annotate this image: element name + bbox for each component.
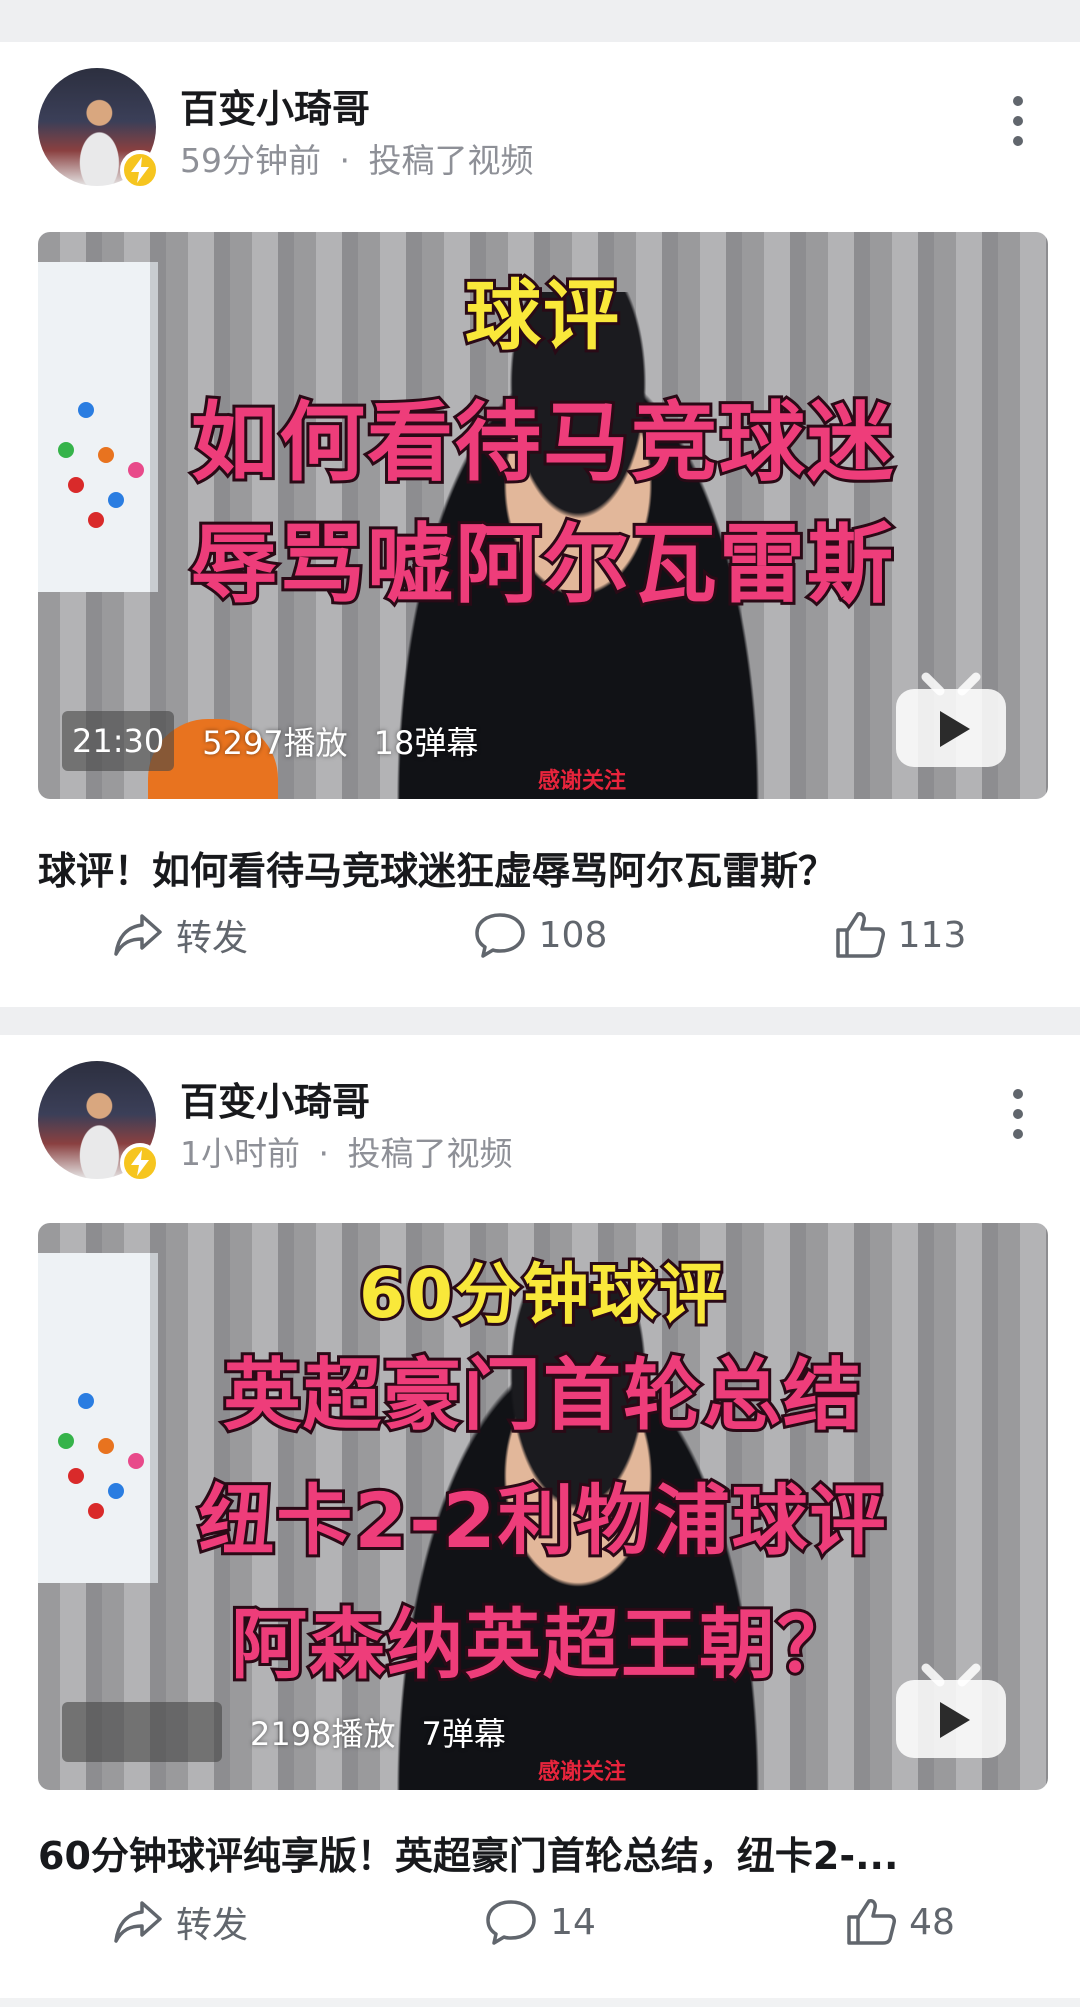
video-stats: 2198播放 7弹幕 [62, 1702, 532, 1762]
top-spacer [0, 0, 1080, 42]
comment-button[interactable]: 14 [360, 1887, 720, 1957]
share-icon [114, 1901, 162, 1943]
overlay-text: 纽卡2-2利物浦球评 [195, 1473, 888, 1568]
overlay-text: 球评 [462, 268, 622, 363]
overlay-text: 英超豪门首轮总结 [220, 1348, 864, 1444]
play-count: 5297播放 [202, 724, 348, 762]
video-title[interactable]: 60分钟球评纯享版！英超豪门首轮总结，纽卡2-... [38, 1825, 1050, 1880]
video-title[interactable]: 球评！如何看待马竞球迷狂虚辱骂阿尔瓦雷斯？ [38, 840, 1050, 895]
bilibili-tv-icon [896, 1663, 1006, 1758]
feed-card[interactable]: 百变小琦哥 1小时前 · 投稿了视频 60分钟球评 英超豪门首轮总结 纽卡2-2… [0, 1035, 1080, 1998]
share-button[interactable]: 转发 [0, 900, 360, 970]
comment-count: 14 [550, 1901, 596, 1943]
video-thumbnail[interactable]: 60分钟球评 英超豪门首轮总结 纽卡2-2利物浦球评 阿森纳英超王朝？ 感谢关注… [38, 1223, 1048, 1790]
post-action: 投稿了视频 [368, 141, 534, 180]
like-button[interactable]: 113 [720, 900, 1080, 970]
avatar[interactable] [38, 68, 160, 190]
card-header: 百变小琦哥 59分钟前 · 投稿了视频 [38, 68, 1060, 190]
like-count: 48 [909, 1901, 955, 1943]
meta-separator: · [339, 141, 351, 180]
lightning-icon [120, 1143, 160, 1183]
like-icon [847, 1899, 897, 1945]
avatar[interactable] [38, 1061, 160, 1183]
like-icon [835, 912, 885, 958]
author-name[interactable]: 百变小琦哥 [180, 78, 370, 133]
like-count: 113 [897, 914, 967, 956]
danmaku-count: 18弹幕 [373, 724, 479, 762]
bilibili-tv-icon [896, 672, 1006, 767]
card-separator [0, 1007, 1080, 1035]
share-icon [114, 914, 162, 956]
comment-button[interactable]: 108 [360, 900, 720, 970]
post-meta: 1小时前 · 投稿了视频 [180, 1127, 513, 1175]
card-header: 百变小琦哥 1小时前 · 投稿了视频 [38, 1061, 1060, 1183]
lightning-icon [120, 150, 160, 190]
comment-icon [474, 913, 525, 958]
meta-separator: · [318, 1134, 330, 1173]
feed-card[interactable]: 百变小琦哥 59分钟前 · 投稿了视频 球评 如何看待马竞球迷 辱骂嘘阿尔瓦雷斯… [0, 42, 1080, 1007]
thumb-stamp: 感谢关注 [538, 769, 627, 794]
more-vertical-icon[interactable] [1012, 1089, 1024, 1139]
share-label: 转发 [175, 1905, 248, 1946]
action-bar: 转发 14 48 [0, 1887, 1080, 1957]
video-stats: 21:30 5297播放 18弹幕 [62, 711, 504, 771]
more-vertical-icon[interactable] [1012, 96, 1024, 146]
share-label: 转发 [175, 918, 248, 959]
danmaku-count: 7弹幕 [421, 1715, 506, 1753]
post-time: 59分钟前 [180, 141, 321, 180]
video-duration: 21:30 [72, 722, 165, 760]
overlay-text: 60分钟球评 [356, 1253, 728, 1336]
overlay-text: 辱骂嘘阿尔瓦雷斯 [188, 512, 896, 618]
video-thumbnail[interactable]: 球评 如何看待马竞球迷 辱骂嘘阿尔瓦雷斯 感谢关注 21:30 5297播放 1… [38, 232, 1048, 799]
comment-count: 108 [538, 914, 608, 956]
post-meta: 59分钟前 · 投稿了视频 [180, 134, 534, 182]
comment-icon [486, 1900, 536, 1945]
like-button[interactable]: 48 [720, 1887, 1080, 1957]
post-time: 1小时前 [180, 1134, 300, 1173]
share-button[interactable]: 转发 [0, 1887, 360, 1957]
action-bar: 转发 108 113 [0, 900, 1080, 970]
author-name[interactable]: 百变小琦哥 [180, 1071, 370, 1126]
play-count: 2198播放 [250, 1715, 396, 1753]
thumb-stamp: 感谢关注 [538, 1760, 627, 1785]
overlay-text: 如何看待马竞球迷 [188, 390, 896, 496]
post-action: 投稿了视频 [347, 1134, 513, 1173]
